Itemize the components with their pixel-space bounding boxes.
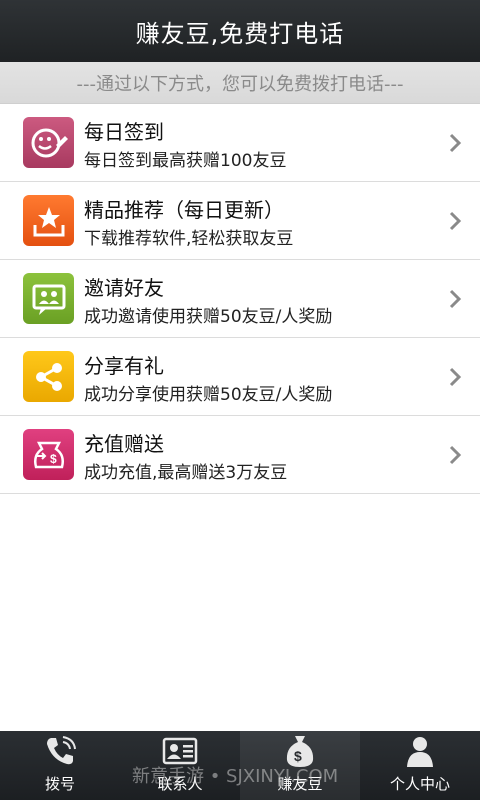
- contact-card-icon: [162, 737, 198, 765]
- tab-contacts[interactable]: 联系人: [120, 731, 240, 800]
- item-description: 每日签到最高获赠100友豆: [84, 151, 287, 171]
- tab-profile[interactable]: 个人中心: [360, 731, 480, 800]
- list-item-invite-friends[interactable]: 邀请好友 成功邀请使用获赠50友豆/人奖励: [0, 260, 480, 338]
- earn-methods-list: 每日签到 每日签到最高获赠100友豆 精品推荐（每日更新） 下载推荐软件,轻松获…: [0, 104, 480, 494]
- tab-label: 个人中心: [389, 775, 450, 793]
- instructions-bar: ---通过以下方式，您可以免费拨打电话---: [0, 62, 480, 104]
- download-star-icon: [23, 195, 74, 246]
- chevron-right-icon: [449, 289, 462, 309]
- app-header: 赚友豆,免费打电话: [0, 0, 480, 62]
- list-item-daily-checkin[interactable]: 每日签到 每日签到最高获赠100友豆: [0, 104, 480, 182]
- svg-text:$: $: [294, 748, 302, 764]
- list-item-share-rewards[interactable]: 分享有礼 成功分享使用获赠50友豆/人奖励: [0, 338, 480, 416]
- item-description: 成功邀请使用获赠50友豆/人奖励: [84, 307, 333, 327]
- item-description: 成功充值,最高赠送3万友豆: [84, 463, 288, 483]
- chevron-right-icon: [449, 133, 462, 153]
- list-item-featured-apps[interactable]: 精品推荐（每日更新） 下载推荐软件,轻松获取友豆: [0, 182, 480, 260]
- item-description: 成功分享使用获赠50友豆/人奖励: [84, 385, 333, 405]
- page-title: 赚友豆,免费打电话: [135, 19, 345, 48]
- invite-friends-icon: [23, 273, 74, 324]
- chevron-right-icon: [449, 367, 462, 387]
- tab-label: 拨号: [44, 775, 75, 793]
- item-title: 充值赠送: [84, 432, 164, 456]
- person-icon: [407, 737, 433, 767]
- bottom-tab-bar: 拨号 联系人 $ 赚友豆 个人中心: [0, 731, 480, 800]
- recharge-icon: $: [23, 429, 74, 480]
- item-title: 分享有礼: [84, 354, 164, 378]
- tab-earn-beans[interactable]: $ 赚友豆: [240, 731, 360, 800]
- tab-dial[interactable]: 拨号: [0, 731, 120, 800]
- item-title: 每日签到: [84, 120, 164, 144]
- money-bag-icon: $: [286, 736, 314, 767]
- item-description: 下载推荐软件,轻松获取友豆: [84, 229, 294, 249]
- chevron-right-icon: [449, 211, 462, 231]
- chevron-right-icon: [449, 445, 462, 465]
- tab-label: 联系人: [157, 775, 203, 793]
- phone-icon: [47, 736, 76, 765]
- item-title: 精品推荐（每日更新）: [84, 198, 284, 222]
- item-title: 邀请好友: [84, 276, 164, 300]
- tab-label: 赚友豆: [277, 775, 323, 793]
- svg-text:$: $: [50, 452, 57, 466]
- checkin-icon: [23, 117, 74, 168]
- share-icon: [23, 351, 74, 402]
- list-item-recharge-bonus[interactable]: $ 充值赠送 成功充值,最高赠送3万友豆: [0, 416, 480, 494]
- instructions-text: ---通过以下方式，您可以免费拨打电话---: [76, 73, 404, 95]
